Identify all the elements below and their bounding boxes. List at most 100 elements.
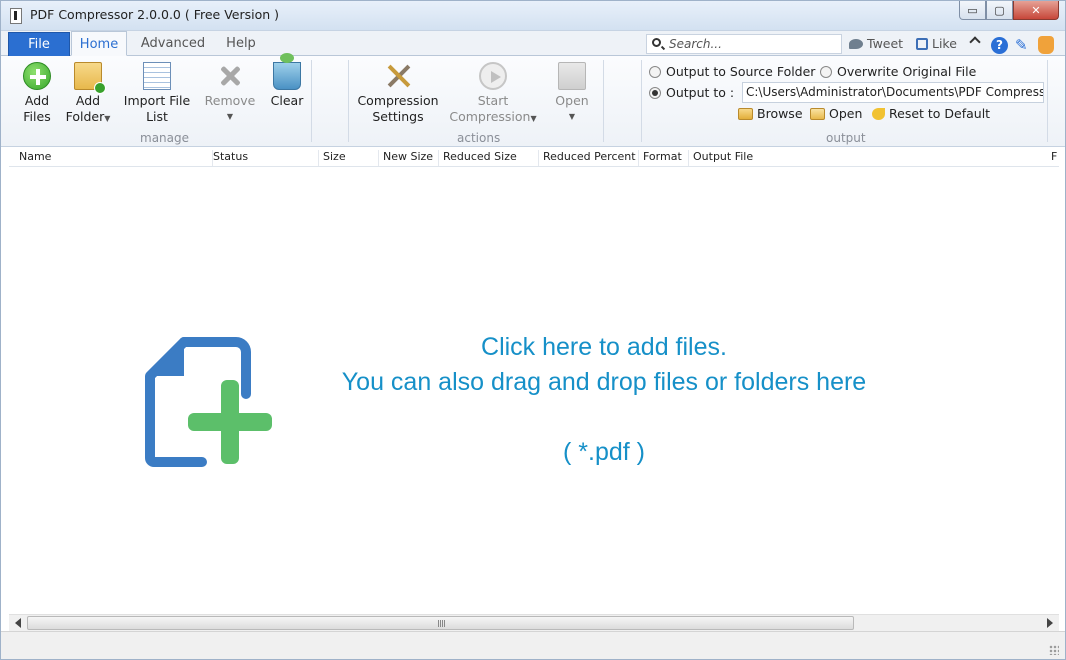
overwrite-label: Overwrite Original File: [837, 64, 977, 79]
group-separator: [348, 60, 349, 142]
chevron-down-icon: ▼: [226, 112, 234, 121]
radio-source-folder[interactable]: [649, 66, 661, 78]
reset-default-button[interactable]: Reset to Default: [872, 106, 990, 121]
add-files-label-1: Add: [24, 93, 50, 108]
radio-output-to[interactable]: [649, 87, 661, 99]
ribbon-tabs: File Home Advanced Help Search... Tweet …: [1, 31, 1065, 57]
browse-icon: [738, 108, 753, 120]
browse-button[interactable]: Browse: [738, 106, 803, 121]
open-output-label: Open: [829, 106, 863, 121]
file-type-hint: ( *.pdf ): [563, 438, 645, 466]
add-files-label-2: Files: [23, 109, 51, 124]
remove-label: Remove: [204, 93, 256, 108]
like-icon: [916, 37, 928, 50]
output-source-folder-option[interactable]: Output to Source Folder: [649, 64, 815, 79]
resize-grip-icon[interactable]: [1049, 645, 1059, 655]
tweet-label: Tweet: [867, 36, 904, 51]
open-icon: [558, 62, 586, 90]
group-separator: [603, 60, 604, 142]
maximize-button[interactable]: ▢: [986, 1, 1013, 20]
tab-advanced[interactable]: Advanced: [139, 31, 207, 56]
output-to-option[interactable]: Output to :: [649, 85, 734, 100]
tab-help[interactable]: Help: [219, 31, 263, 56]
like-button[interactable]: Like: [916, 36, 957, 51]
window-controls: ▭ ▢ ✕: [959, 1, 1059, 22]
help-icon[interactable]: ?: [991, 37, 1008, 54]
start-compression-button[interactable]: Start Compression▼: [449, 62, 537, 127]
manage-group-label: manage: [140, 131, 190, 145]
drop-hint-line-1: Click here to add files.: [481, 333, 727, 361]
window-title: PDF Compressor 2.0.0.0 ( Free Version ): [30, 7, 280, 22]
group-separator: [641, 60, 642, 142]
radio-overwrite[interactable]: [820, 66, 832, 78]
import-list-label-1: Import File: [123, 93, 191, 108]
tab-file[interactable]: File: [8, 32, 70, 57]
start-compression-label-2: Compression: [449, 109, 531, 124]
output-path-field[interactable]: C:\Users\Administrator\Documents\PDF Com…: [742, 82, 1044, 103]
actions-group-label: actions: [457, 131, 501, 145]
import-list-label-2: List: [146, 109, 168, 124]
output-group-label: output: [826, 131, 866, 145]
status-bar: [1, 631, 1065, 659]
compression-settings-label-1: Compression: [357, 93, 439, 108]
hand-icon[interactable]: [1038, 36, 1054, 54]
search-input[interactable]: Search...: [646, 34, 842, 54]
app-icon: [10, 8, 22, 24]
column-size[interactable]: Size: [319, 150, 379, 166]
drop-hint-line-2: You can also drag and drop files or fold…: [341, 368, 867, 396]
compression-settings-label-2: Settings: [372, 109, 424, 124]
twitter-icon: [849, 38, 863, 49]
ribbon-home: Add Files Add Folder▼ Import File List R…: [1, 53, 1065, 147]
open-output-button[interactable]: Open: [810, 106, 862, 121]
chevron-down-icon: ▼: [530, 114, 537, 123]
open-button[interactable]: Open ▼: [549, 62, 595, 125]
compression-settings-button[interactable]: Compression Settings: [355, 62, 441, 125]
add-files-button[interactable]: Add Files: [15, 62, 59, 125]
scrollbar-thumb[interactable]: [27, 616, 854, 630]
output-source-folder-label: Output to Source Folder: [666, 64, 816, 79]
clear-button[interactable]: Clear: [265, 53, 309, 109]
close-button[interactable]: ✕: [1013, 1, 1059, 20]
app-window: PDF Compressor 2.0.0.0 ( Free Version ) …: [0, 0, 1066, 660]
add-files-icon: [23, 62, 51, 90]
column-output-file[interactable]: Output File: [689, 150, 1049, 166]
column-status[interactable]: Status: [209, 150, 319, 166]
overwrite-original-option[interactable]: Overwrite Original File: [820, 64, 976, 79]
open-label: Open: [555, 93, 589, 108]
column-reduced-size[interactable]: Reduced Size: [439, 150, 539, 166]
add-folder-button[interactable]: Add Folder▼: [64, 62, 112, 127]
search-icon: [652, 38, 661, 47]
minimize-button[interactable]: ▭: [959, 1, 986, 20]
add-folder-label-1: Add: [75, 93, 101, 108]
scroll-right-icon[interactable]: [1047, 618, 1053, 628]
scroll-left-icon[interactable]: [15, 618, 21, 628]
drop-area[interactable]: Click here to add files. You can also dr…: [9, 168, 1059, 614]
undo-icon: [872, 108, 885, 120]
compression-settings-icon: [384, 62, 412, 90]
add-folder-label-2: Folder: [65, 109, 105, 124]
search-placeholder: Search...: [669, 37, 722, 51]
clear-icon: [273, 53, 301, 90]
start-compression-label-1: Start: [477, 93, 509, 108]
tab-home[interactable]: Home: [71, 31, 127, 56]
column-truncated[interactable]: F: [1049, 150, 1059, 166]
like-label: Like: [932, 36, 957, 51]
chevron-down-icon: ▼: [104, 114, 111, 123]
tweet-button[interactable]: Tweet: [849, 36, 903, 51]
pin-icon[interactable]: ✎: [1015, 37, 1031, 53]
output-to-label: Output to :: [666, 85, 735, 100]
remove-button[interactable]: Remove ▼: [203, 62, 257, 125]
column-new-size[interactable]: New Size: [379, 150, 439, 166]
group-separator: [1047, 60, 1048, 142]
chevron-down-icon: ▼: [568, 112, 576, 121]
import-file-list-button[interactable]: Import File List: [121, 62, 193, 125]
browse-label: Browse: [757, 106, 803, 121]
clear-label: Clear: [270, 93, 304, 108]
add-folder-icon: [74, 62, 106, 94]
column-name[interactable]: Name: [15, 150, 213, 166]
folder-open-icon: [810, 108, 825, 120]
column-reduced-percent[interactable]: Reduced Percent: [539, 150, 639, 166]
collapse-ribbon-icon[interactable]: [969, 36, 981, 48]
horizontal-scrollbar[interactable]: [9, 614, 1059, 631]
column-format[interactable]: Format: [639, 150, 689, 166]
